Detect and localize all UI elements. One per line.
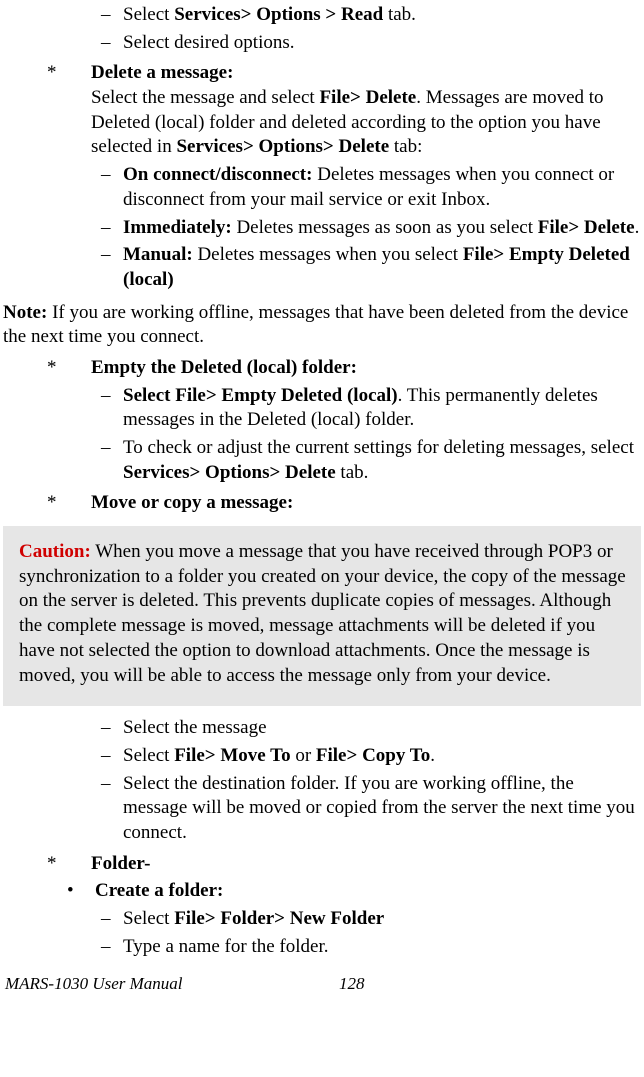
list-item: – Select the destination folder. If you …: [101, 772, 641, 846]
body-text: Select Services> Options > Read tab.: [123, 3, 416, 28]
body-text: Delete a message: Select the message and…: [91, 61, 641, 160]
body-text: Select File> Folder> New Folder: [123, 907, 384, 932]
dash-marker: –: [101, 716, 123, 741]
list-item: – Manual: Deletes messages when you sele…: [101, 243, 641, 292]
body-text: On connect/disconnect: Deletes messages …: [123, 163, 641, 212]
list-item: – On connect/disconnect: Deletes message…: [101, 163, 641, 212]
note-text: Note: If you are working offline, messag…: [3, 301, 641, 350]
body-text: Select File> Empty Deleted (local). This…: [123, 384, 641, 433]
dash-marker: –: [101, 216, 123, 241]
list-item: – Select the message: [101, 716, 641, 741]
dash-marker: –: [101, 163, 123, 212]
list-item: * Delete a message: Select the message a…: [47, 61, 641, 160]
list-item: – Select desired options.: [101, 31, 641, 56]
dash-marker: –: [101, 907, 123, 932]
body-text: Type a name for the folder.: [123, 935, 328, 960]
list-item: – Type a name for the folder.: [101, 935, 641, 960]
body-text: To check or adjust the current settings …: [123, 436, 641, 485]
list-item: – Select File> Folder> New Folder: [101, 907, 641, 932]
heading: Folder-: [91, 852, 150, 877]
body-text: Manual: Deletes messages when you select…: [123, 243, 641, 292]
footer-manual-title: MARS-1030 User Manual: [5, 973, 339, 995]
body-text: Select File> Move To or File> Copy To.: [123, 744, 435, 769]
list-item: * Folder-: [47, 852, 641, 877]
dash-marker: –: [101, 744, 123, 769]
caution-text: When you move a message that you have re…: [19, 541, 626, 685]
dash-marker: –: [101, 31, 123, 56]
dash-marker: –: [101, 243, 123, 292]
list-item: – Select File> Move To or File> Copy To.: [101, 744, 641, 769]
star-marker: *: [47, 491, 91, 516]
star-marker: *: [47, 356, 91, 381]
list-item: – Select Services> Options > Read tab.: [101, 3, 641, 28]
dash-marker: –: [101, 772, 123, 846]
body-text: Select desired options.: [123, 31, 295, 56]
bullet-marker: •: [67, 879, 95, 904]
star-marker: *: [47, 852, 91, 877]
caution-label: Caution:: [19, 541, 91, 562]
list-item: – Immediately: Deletes messages as soon …: [101, 216, 641, 241]
heading: Create a folder:: [95, 879, 223, 904]
list-item: • Create a folder:: [67, 879, 641, 904]
dash-marker: –: [101, 3, 123, 28]
heading: Empty the Deleted (local) folder:: [91, 356, 357, 381]
body-text: Select the message: [123, 716, 267, 741]
heading: Move or copy a message:: [91, 491, 293, 516]
list-item: * Move or copy a message:: [47, 491, 641, 516]
list-item: – Select File> Empty Deleted (local). Th…: [101, 384, 641, 433]
list-item: – To check or adjust the current setting…: [101, 436, 641, 485]
star-marker: *: [47, 61, 91, 160]
body-text: Select the destination folder. If you ar…: [123, 772, 641, 846]
list-item: * Empty the Deleted (local) folder:: [47, 356, 641, 381]
dash-marker: –: [101, 436, 123, 485]
caution-box: Caution: When you move a message that yo…: [3, 526, 641, 706]
dash-marker: –: [101, 935, 123, 960]
page-footer: MARS-1030 User Manual 128: [3, 973, 641, 995]
dash-marker: –: [101, 384, 123, 433]
body-text: Immediately: Deletes messages as soon as…: [123, 216, 639, 241]
footer-page-number: 128: [339, 973, 639, 995]
